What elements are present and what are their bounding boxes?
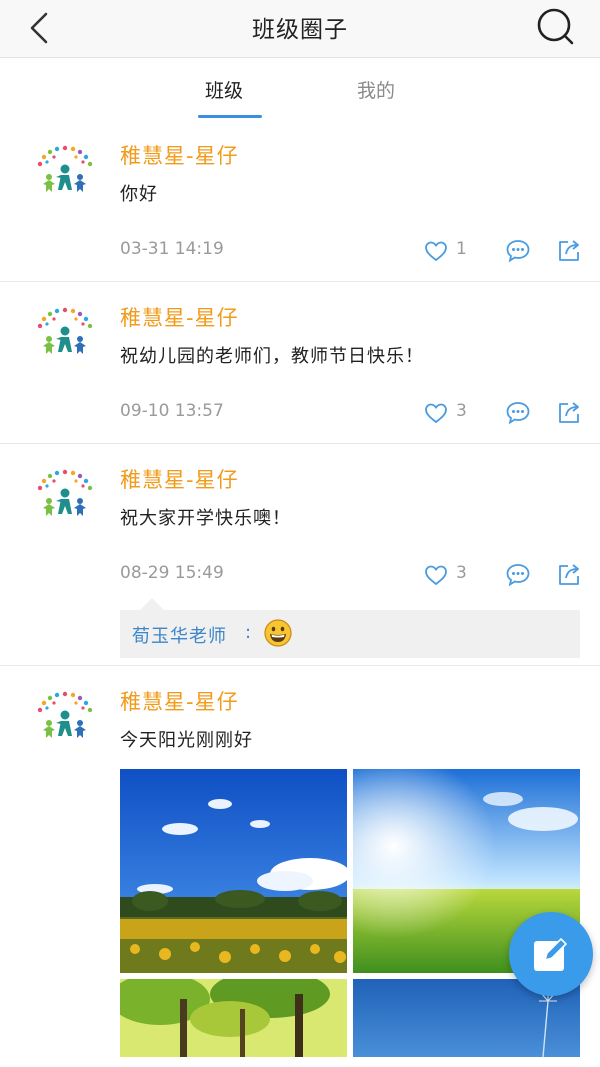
heart-icon	[424, 564, 448, 586]
comment-icon[interactable]	[505, 400, 531, 426]
avatar[interactable]	[34, 468, 96, 530]
post-time: 08-29 15:49	[120, 563, 224, 583]
post-item: 稚慧星-星仔 你好 03-31 14:19 1	[0, 120, 600, 282]
active-tab-indicator	[198, 115, 262, 118]
post-content: 今天阳光刚刚好	[120, 730, 253, 751]
comment-box: 荀玉华老师 :	[120, 598, 580, 658]
share-icon[interactable]	[556, 238, 582, 264]
like-button[interactable]: 3	[424, 400, 472, 426]
tab-bar: 班级 我的	[0, 58, 600, 120]
share-icon[interactable]	[556, 400, 582, 426]
avatar[interactable]	[34, 690, 96, 752]
heart-icon	[424, 402, 448, 424]
like-count: 3	[456, 563, 467, 583]
share-icon[interactable]	[556, 562, 582, 588]
avatar[interactable]	[34, 306, 96, 368]
post-item: 稚慧星-星仔 祝大家开学快乐噢！ 08-29 15:49 3 荀玉华老师 :	[0, 444, 600, 666]
comment-separator: :	[245, 622, 252, 643]
post-author[interactable]: 稚慧星-星仔	[120, 686, 239, 716]
trees-photo[interactable]	[120, 979, 347, 1057]
post-content: 你好	[120, 184, 158, 205]
grinning-face-emoji-icon	[264, 619, 292, 647]
post-item: 稚慧星-星仔 今天阳光刚刚好	[0, 666, 600, 1067]
avatar[interactable]	[34, 144, 96, 206]
tab-mine[interactable]: 我的	[357, 76, 395, 103]
comment-icon[interactable]	[505, 238, 531, 264]
post-author[interactable]: 稚慧星-星仔	[120, 302, 239, 332]
post-time: 09-10 13:57	[120, 401, 224, 421]
comment-box-pointer	[140, 598, 164, 610]
like-button[interactable]: 3	[424, 562, 472, 588]
comment-icon[interactable]	[505, 562, 531, 588]
sunflower-field-photo[interactable]	[120, 769, 347, 973]
like-count: 3	[456, 401, 467, 421]
post-time: 03-31 14:19	[120, 239, 224, 259]
page-title: 班级圈子	[252, 17, 348, 43]
compose-button[interactable]	[509, 912, 593, 996]
heart-icon	[424, 240, 448, 262]
like-button[interactable]: 1	[424, 238, 472, 264]
post-author[interactable]: 稚慧星-星仔	[120, 464, 239, 494]
post-content: 祝大家开学快乐噢！	[120, 508, 291, 529]
like-count: 1	[456, 239, 467, 259]
post-item: 稚慧星-星仔 祝幼儿园的老师们，教师节日快乐！ 09-10 13:57 3	[0, 282, 600, 444]
post-author[interactable]: 稚慧星-星仔	[120, 140, 239, 170]
tab-class[interactable]: 班级	[205, 76, 243, 103]
search-button[interactable]	[532, 4, 580, 52]
search-icon	[537, 8, 574, 45]
commenter-name[interactable]: 荀玉华老师	[132, 622, 227, 648]
top-bar: 班级圈子	[0, 0, 600, 58]
compose-icon	[534, 938, 567, 971]
post-content: 祝幼儿园的老师们，教师节日快乐！	[120, 346, 424, 367]
